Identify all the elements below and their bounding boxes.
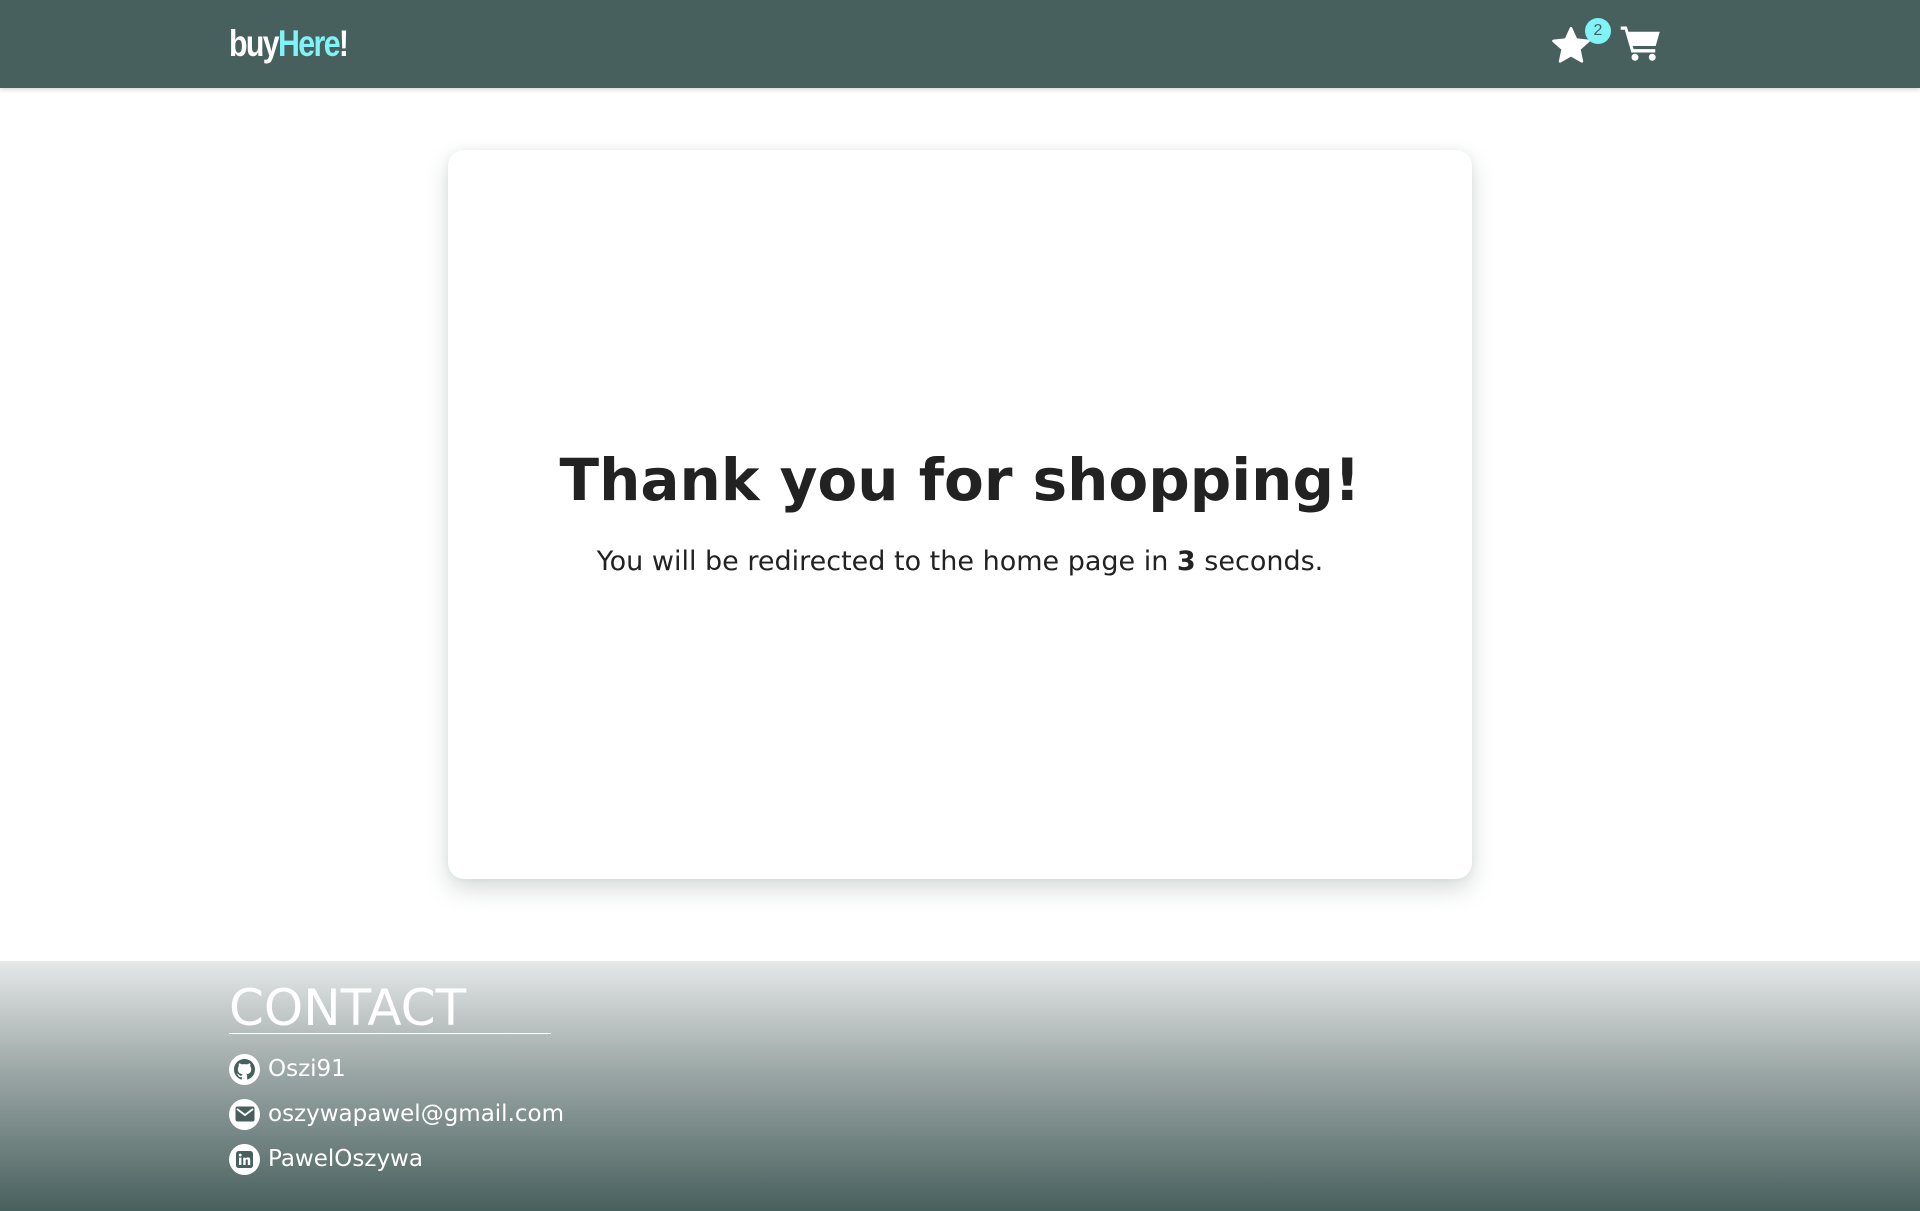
redirect-message: You will be redirected to the home page … — [448, 542, 1472, 582]
favorites-count-badge: 2 — [1585, 18, 1611, 44]
github-icon — [229, 1053, 260, 1085]
redirect-seconds-count: 3 — [1176, 546, 1196, 577]
redirect-text-before: You will be redirected to the home page … — [596, 546, 1177, 577]
cart-button[interactable] — [1620, 24, 1664, 64]
contact-github-label: Oszi91 — [268, 1056, 346, 1082]
logo-part-here: Here — [278, 23, 341, 64]
contact-title: CONTACT — [229, 979, 467, 1037]
contact-email-label: oszywapawel@gmail.com — [268, 1101, 565, 1127]
redirect-text-after: seconds. — [1195, 546, 1324, 577]
contact-divider — [229, 1033, 551, 1034]
contact-linkedin-link[interactable]: PawelOszywa — [229, 1143, 423, 1175]
contact-github-link[interactable]: Oszi91 — [229, 1053, 346, 1085]
envelope-icon — [229, 1098, 260, 1130]
contact-linkedin-label: PawelOszywa — [268, 1146, 423, 1172]
logo-part-buy: buy — [229, 23, 280, 64]
thank-you-title: Thank you for shopping! — [559, 446, 1361, 514]
logo-part-exclamation: ! — [338, 23, 349, 64]
linkedin-icon — [229, 1143, 260, 1175]
contact-email-link[interactable]: oszywapawel@gmail.com — [229, 1098, 564, 1130]
cart-icon — [1620, 26, 1660, 61]
brand-logo[interactable]: buyHere! — [229, 20, 349, 68]
